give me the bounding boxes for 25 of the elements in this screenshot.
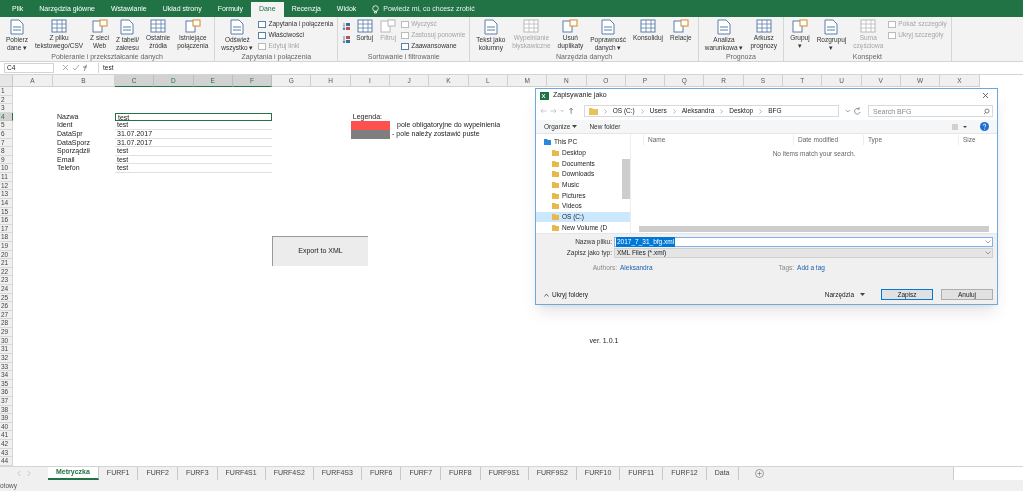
caret-icon <box>860 292 865 297</box>
scrollbar-thumb[interactable] <box>622 159 630 199</box>
sort-descending-icon <box>342 35 352 44</box>
select-all-corner[interactable] <box>0 75 13 87</box>
chevron-icon <box>640 108 644 114</box>
folder-icon <box>588 107 598 115</box>
chevron-icon <box>759 108 763 114</box>
chevron-icon <box>720 108 724 114</box>
lightbulb-icon <box>372 5 380 14</box>
chevron-up-icon <box>544 292 549 297</box>
add-sheet-icon <box>754 469 764 478</box>
chevron-icon <box>603 108 607 114</box>
formula-controls-icon <box>62 64 90 72</box>
chevron-icon <box>672 108 676 114</box>
close-icon <box>982 92 989 99</box>
view-options-icon <box>952 123 968 130</box>
chevron-icon <box>985 251 991 255</box>
excel-icon <box>540 91 549 100</box>
horizontal-scrollbar[interactable] <box>953 467 1023 480</box>
chevron-icon <box>985 240 991 244</box>
horizontal-scrollbar[interactable] <box>639 226 989 232</box>
search-icon <box>983 107 990 115</box>
sort-ascending-icon <box>342 22 352 31</box>
caret-icon <box>572 124 578 129</box>
refresh-icon <box>845 107 862 115</box>
